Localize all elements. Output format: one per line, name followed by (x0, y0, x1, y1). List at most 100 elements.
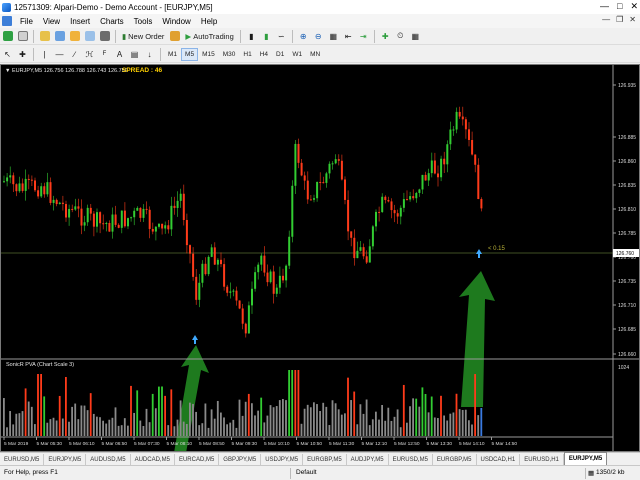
candle-body (430, 160, 433, 174)
candle-body (83, 222, 86, 226)
arrows-tool-icon[interactable]: ↓ (143, 48, 156, 61)
chart-tab-4[interactable]: EURCAD,M5 (175, 454, 220, 465)
time-tick-label: 5 Mar 13:30 (427, 441, 453, 447)
chart-tab-2[interactable]: AUDUSD,M5 (86, 454, 131, 465)
trendline-icon[interactable]: ∕ (68, 48, 81, 61)
indicators-icon[interactable]: ✚ (379, 30, 392, 43)
volume-bar (127, 425, 129, 436)
volume-bar (427, 412, 430, 436)
period-mn[interactable]: MN (306, 48, 324, 61)
chart-tab-5[interactable]: GBPJPY,M5 (219, 454, 262, 465)
vertical-line-icon[interactable]: | (38, 48, 51, 61)
menu-tools[interactable]: Tools (129, 17, 158, 26)
volume-bar (43, 396, 46, 436)
candle-body (393, 210, 396, 214)
zoom-out-icon[interactable]: ⊖ (312, 30, 325, 43)
chart-tab-9[interactable]: EURUSD,M5 (389, 454, 433, 465)
volume-bar (158, 386, 160, 436)
zoom-in-icon[interactable]: ⊕ (297, 30, 310, 43)
label-tool-icon[interactable]: ▤ (128, 48, 141, 61)
chart-tab-3[interactable]: AUDCAD,M5 (131, 454, 175, 465)
candle-body (254, 272, 257, 289)
chart-tab-6[interactable]: USDJPY,M5 (261, 454, 304, 465)
market-watch-icon[interactable] (38, 30, 51, 43)
candle-body (192, 253, 195, 277)
candle-body (247, 305, 250, 334)
chart-tab-13[interactable]: EURJPY,M5 (563, 452, 608, 465)
period-m30[interactable]: M30 (219, 48, 240, 61)
candle-body (176, 200, 179, 208)
candle-body (167, 225, 170, 230)
chart-tab-12[interactable]: EURUSD,H1 (520, 454, 564, 465)
period-w1[interactable]: W1 (288, 48, 306, 61)
bar-chart-icon[interactable]: ▮ (245, 30, 258, 43)
price-chart[interactable]: < 0.15 126.935 126.885 126.860 126.835 126.8… (0, 64, 640, 452)
crosshair-icon[interactable]: ✚ (16, 48, 29, 61)
volume-bar (461, 409, 464, 436)
chart-tab-11[interactable]: USDCAD,H1 (477, 454, 521, 465)
autoscroll-icon[interactable]: ⇥ (357, 30, 370, 43)
price-tick-label: 126.885 (618, 135, 636, 141)
menu-insert[interactable]: Insert (65, 17, 95, 26)
chart-tab-10[interactable]: EURGBP,M5 (433, 454, 477, 465)
menu-window[interactable]: Window (157, 17, 195, 26)
period-h4[interactable]: H4 (256, 48, 272, 61)
chart-restore-icon[interactable]: ❐ (616, 15, 623, 24)
candle-body (306, 180, 309, 200)
volume-bar (381, 404, 383, 436)
chart-close-icon[interactable]: ✕ (629, 15, 636, 24)
volume-bar (161, 386, 163, 436)
volume-bar (424, 394, 427, 436)
candle-body (443, 158, 446, 165)
auto-trading-button[interactable]: ▶ AutoTrading (183, 30, 235, 43)
chart-minimize-icon[interactable]: — (602, 15, 610, 24)
text-tool-icon[interactable]: A (113, 48, 126, 61)
menu-file[interactable]: File (15, 17, 38, 26)
period-h1[interactable]: H1 (239, 48, 255, 61)
new-chart-icon[interactable] (1, 30, 14, 43)
volume-bar (468, 420, 470, 436)
navigator-icon[interactable] (68, 30, 81, 43)
volume-bar (375, 411, 377, 436)
maximize-icon[interactable]: □ (617, 1, 622, 12)
chart-tab-0[interactable]: EURUSD,M5 (0, 454, 45, 465)
volume-bar (185, 423, 188, 436)
tile-windows-icon[interactable]: ▦ (327, 30, 340, 43)
period-d1[interactable]: D1 (272, 48, 288, 61)
cursor-icon[interactable]: ↖ (1, 48, 14, 61)
candle-body (359, 247, 362, 251)
candle-body (46, 182, 49, 195)
new-order-button[interactable]: ▮ New Order (120, 30, 166, 43)
menu-view[interactable]: View (38, 17, 65, 26)
close-icon[interactable]: ✕ (630, 1, 638, 12)
period-m15[interactable]: M15 (198, 48, 219, 61)
candle-body (40, 186, 43, 197)
minimize-icon[interactable]: — (600, 1, 609, 12)
chart-tab-1[interactable]: EURJPY,M5 (44, 454, 87, 465)
volume-bar (325, 406, 328, 436)
periods-icon[interactable]: ⏲ (394, 30, 407, 43)
horizontal-line-icon[interactable]: — (53, 48, 66, 61)
line-chart-icon[interactable]: ∽ (275, 30, 288, 43)
candle-body (30, 179, 33, 181)
menu-help[interactable]: Help (196, 17, 222, 26)
candle-body (105, 222, 108, 224)
volume-bar (393, 416, 396, 436)
chart-shift-icon[interactable]: ⇤ (342, 30, 355, 43)
data-window-icon[interactable] (53, 30, 66, 43)
fibonacci-icon[interactable]: F (98, 48, 111, 61)
volume-bar (406, 422, 408, 436)
candlestick-icon[interactable]: ▮ (260, 30, 273, 43)
period-m5[interactable]: M5 (181, 47, 199, 61)
period-m1[interactable]: M1 (164, 48, 181, 61)
candle-body (384, 196, 387, 201)
terminal-icon[interactable] (83, 30, 96, 43)
metaeditor-icon[interactable] (168, 30, 181, 43)
chart-tab-7[interactable]: EURGBP,M5 (303, 454, 347, 465)
tester-icon[interactable] (98, 30, 111, 43)
templates-icon[interactable]: ▦ (409, 30, 422, 43)
chart-tab-8[interactable]: AUDJPY,M5 (347, 454, 389, 465)
profiles-icon[interactable] (16, 30, 29, 43)
channel-icon[interactable]: ℋ (83, 48, 96, 61)
menu-charts[interactable]: Charts (95, 17, 129, 26)
